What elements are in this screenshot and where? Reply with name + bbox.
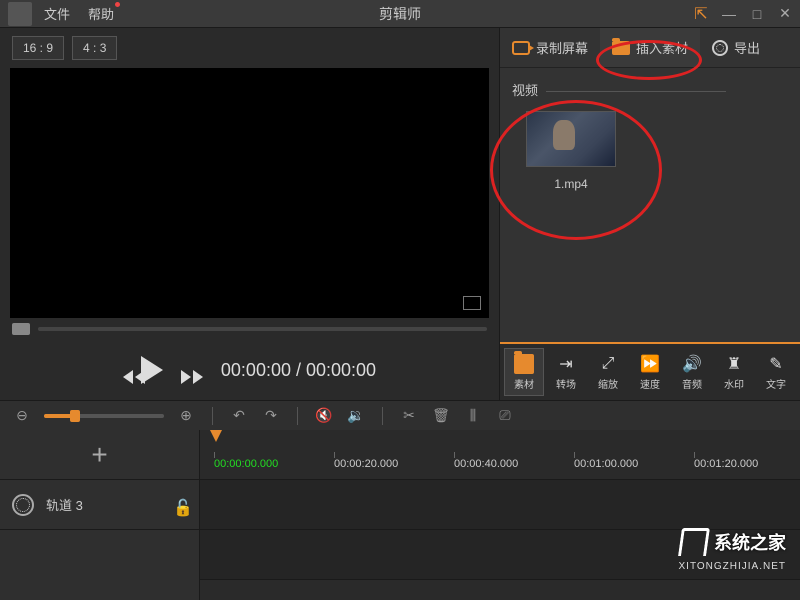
play-button[interactable] [141,356,163,384]
time-tick: 00:01:20.000 [694,458,758,470]
aspect-ratio-row: 16 : 9 4 : 3 [0,28,499,68]
menu-file[interactable]: 文件 [44,4,70,23]
volume-button[interactable]: 🔉 [346,406,366,426]
media-panel: 录制屏幕 插入素材 导出 视频 1.mp4 素材 ⇥转场 ⤢缩放 ⏩速度 🔊音频 [499,28,800,400]
tool-text[interactable]: ✎文字 [756,348,796,396]
track-lane[interactable] [200,480,800,530]
media-thumbnail[interactable]: 1.mp4 [526,111,616,191]
house-icon [680,528,708,556]
separator [382,407,383,425]
cut-button[interactable]: ✂ [399,406,419,426]
timeline-toolbar: ⊖ ⊕ ↶ ↷ 🔇 🔉 ✂ 🗑 ⫼ ⎚ [0,400,800,430]
film-reel-icon [712,40,728,56]
thumbnail-label: 1.mp4 [526,177,616,191]
adjust-button[interactable]: ⎚ [495,406,515,426]
tool-material[interactable]: 素材 [504,348,544,396]
tool-watermark[interactable]: ♜水印 [714,348,754,396]
time-tick: 00:00:20.000 [334,458,398,470]
track-row[interactable]: 轨道 3 🔓 [0,480,199,530]
scrub-track[interactable] [38,327,487,331]
thumbnail-image [526,111,616,167]
add-track-button[interactable]: + [0,430,199,480]
tab-export[interactable]: 导出 [700,28,772,67]
tool-scale[interactable]: ⤢缩放 [588,348,628,396]
film-reel-icon [12,494,34,516]
titlebar: 文件 帮助 剪辑师 ⇱ — □ ✕ [0,0,800,28]
scrub-handle[interactable] [12,323,30,335]
user-avatar[interactable] [8,2,32,26]
zoom-in-button[interactable]: ⊕ [176,406,196,426]
lock-icon[interactable]: 🔓 [173,498,187,512]
watermark-logo: 系统之家 [680,528,786,556]
video-preview[interactable] [10,68,489,318]
camera-icon [512,41,530,55]
media-top-tabs: 录制屏幕 插入素材 导出 [500,28,800,68]
playback-controls: 00:00:00 / 00:00:00 [0,340,499,400]
tool-audio[interactable]: 🔊音频 [672,348,712,396]
separator [297,407,298,425]
scrub-bar [0,318,499,340]
media-library: 视频 1.mp4 [500,68,800,342]
folder-icon [514,354,534,374]
fullscreen-icon[interactable] [463,296,481,310]
app-title: 剪辑师 [379,4,421,24]
zoom-slider[interactable] [44,414,164,418]
timeline: + 轨道 3 🔓 00:00:00.000 00:00:20.000 00:00… [0,430,800,600]
main-area: 16 : 9 4 : 3 00:00:00 / 00:00:00 录制屏幕 [0,28,800,400]
watermark-subtitle: XITONGZHIJIA.NET [679,561,787,572]
menu-help[interactable]: 帮助 [88,4,114,23]
tab-record-screen[interactable]: 录制屏幕 [500,28,600,67]
track-header-column: + 轨道 3 🔓 [0,430,200,600]
scale-icon: ⤢ [598,354,618,374]
close-button[interactable]: ✕ [778,7,792,21]
popout-icon[interactable]: ⇱ [694,7,708,21]
minimize-button[interactable]: — [722,7,736,21]
playhead[interactable] [210,430,222,442]
watermark-icon: ♜ [724,354,744,374]
tool-transition[interactable]: ⇥转场 [546,348,586,396]
audio-icon: 🔊 [682,354,702,374]
timeline-body[interactable]: 00:00:00.000 00:00:20.000 00:00:40.000 0… [200,430,800,600]
time-tick: 00:01:00.000 [574,458,638,470]
aspect-43-button[interactable]: 4 : 3 [72,36,117,60]
mute-button[interactable]: 🔇 [314,406,334,426]
tab-insert-material[interactable]: 插入素材 [600,28,700,67]
time-tick: 00:00:40.000 [454,458,518,470]
folder-icon [612,41,630,55]
delete-button[interactable]: 🗑 [431,406,451,426]
transition-icon: ⇥ [556,354,576,374]
separator [212,407,213,425]
time-tick: 00:00:00.000 [214,458,278,470]
time-ruler[interactable]: 00:00:00.000 00:00:20.000 00:00:40.000 0… [200,430,800,480]
video-section-label: 视频 [512,80,788,99]
text-icon: ✎ [766,354,786,374]
redo-button[interactable]: ↷ [261,406,281,426]
zoom-out-button[interactable]: ⊖ [12,406,32,426]
undo-button[interactable]: ↶ [229,406,249,426]
speed-icon: ⏩ [640,354,660,374]
tool-speed[interactable]: ⏩速度 [630,348,670,396]
track-name: 轨道 3 [46,495,161,514]
aspect-169-button[interactable]: 16 : 9 [12,36,64,60]
preview-panel: 16 : 9 4 : 3 00:00:00 / 00:00:00 [0,28,499,400]
window-controls: ⇱ — □ ✕ [694,7,792,21]
levels-button[interactable]: ⫼ [463,406,483,426]
timecode-display: 00:00:00 / 00:00:00 [221,360,376,381]
tool-tabs: 素材 ⇥转场 ⤢缩放 ⏩速度 🔊音频 ♜水印 ✎文字 [500,342,800,400]
maximize-button[interactable]: □ [750,7,764,21]
